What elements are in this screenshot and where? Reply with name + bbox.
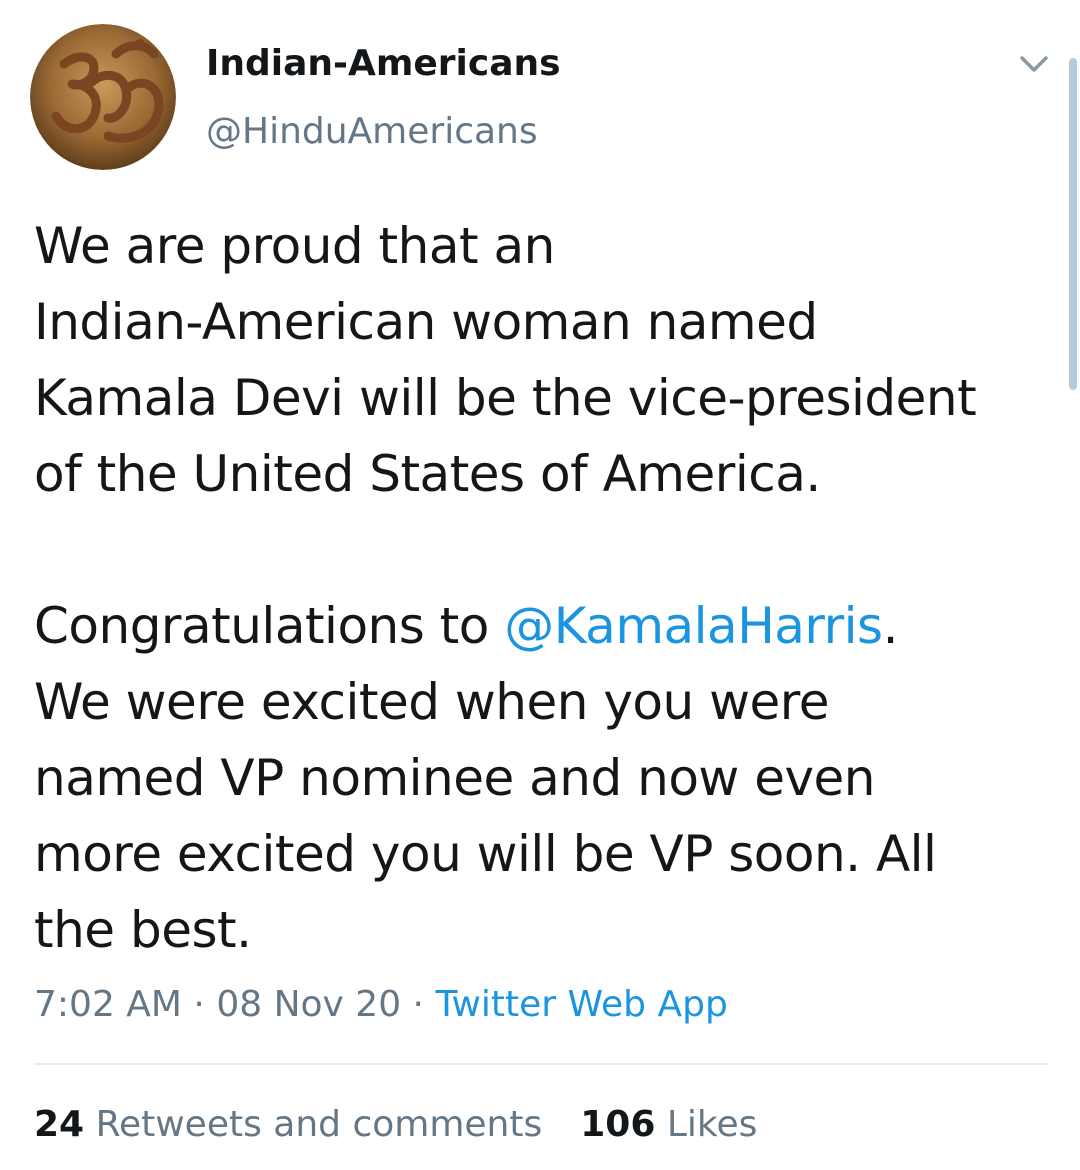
likes-count: 106 xyxy=(580,1104,656,1145)
divider xyxy=(34,1063,1048,1065)
period-text: . xyxy=(882,597,899,655)
retweets-count: 24 xyxy=(34,1104,85,1145)
tweet-text-line: Congratulations to @KamalaHarris. xyxy=(34,588,1054,664)
scrollbar[interactable] xyxy=(1069,58,1077,390)
author-handle[interactable]: @HinduAmericans xyxy=(206,110,538,154)
tweet-text-line: more excited you will be VP soon. All xyxy=(34,825,937,883)
tweet-text-line: Indian-American woman named xyxy=(34,293,818,351)
om-symbol-icon xyxy=(30,24,176,170)
meta-separator: · xyxy=(181,984,217,1025)
likes-label: Likes xyxy=(666,1104,758,1145)
author-display-name[interactable]: Indian-Americans xyxy=(206,42,561,86)
tweet-text-line: We were excited when you were xyxy=(34,673,829,731)
tweet-meta: 7:02 AM · 08 Nov 20 · Twitter Web App xyxy=(34,980,728,1030)
tweet-text: We are proud that an Indian-American wom… xyxy=(34,208,1054,968)
mention-link[interactable]: @KamalaHarris xyxy=(504,597,883,655)
tweet-text-line: the best. xyxy=(34,901,252,959)
congratulations-text: Congratulations to xyxy=(34,597,505,655)
retweets-stat[interactable]: 24 Retweets and comments xyxy=(34,1104,542,1145)
tweet-text-line: We are proud that an xyxy=(34,217,555,275)
meta-separator: · xyxy=(401,984,436,1025)
tweet-menu-button[interactable] xyxy=(1014,50,1054,80)
retweets-label: Retweets and comments xyxy=(95,1104,543,1145)
avatar[interactable] xyxy=(30,24,176,170)
tweet-time[interactable]: 7:02 AM xyxy=(34,984,182,1025)
tweet-date[interactable]: 08 Nov 20 xyxy=(216,984,401,1025)
tweet-text-line: named VP nominee and now even xyxy=(34,749,876,807)
likes-stat[interactable]: 106 Likes xyxy=(580,1104,757,1145)
tweet-text-line: of the United States of America. xyxy=(34,445,821,503)
tweet-stats: 24 Retweets and comments 106 Likes xyxy=(34,1100,757,1150)
tweet-source-link[interactable]: Twitter Web App xyxy=(435,984,727,1025)
tweet-card: Indian-Americans @HinduAmericans We are … xyxy=(0,0,1080,1170)
chevron-down-icon xyxy=(1020,56,1048,72)
tweet-text-line: Kamala Devi will be the vice-president xyxy=(34,369,977,427)
